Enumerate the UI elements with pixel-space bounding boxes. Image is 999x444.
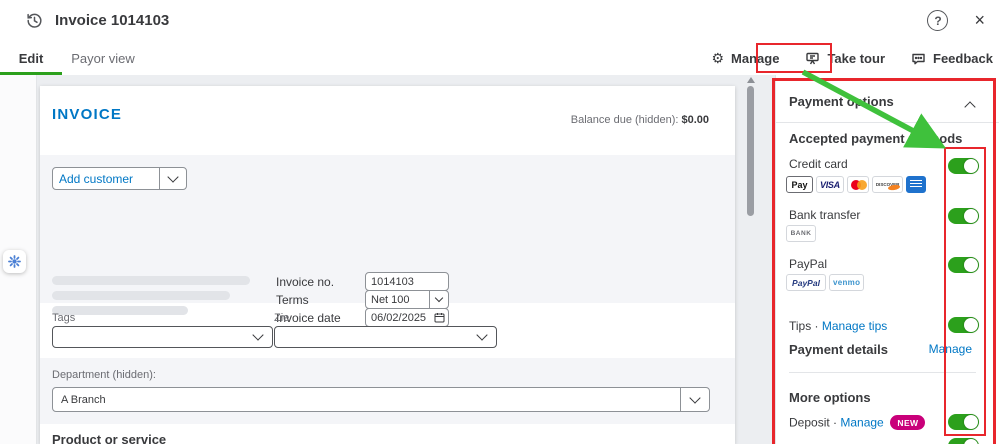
invoice-no-label: Invoice no. (276, 275, 335, 289)
applepay-badge: Pay (786, 176, 813, 193)
bank-badges: BANK (786, 225, 816, 242)
chevron-up-icon[interactable] (964, 101, 976, 113)
discover-swoosh (888, 184, 901, 191)
tour-icon (806, 52, 820, 64)
take-tour-button[interactable]: Take tour (805, 51, 885, 66)
divider (776, 122, 999, 123)
discover-badge: DISCOVER (871, 176, 904, 193)
feedback-icon (912, 53, 925, 64)
paypal-toggle[interactable] (948, 257, 979, 273)
terms-value: Net 100 (371, 293, 410, 306)
chevron-down-icon (476, 329, 488, 341)
invoice-no-input[interactable] (365, 272, 449, 291)
chevron-down-icon (252, 329, 264, 341)
terms-label: Terms (276, 293, 309, 307)
tags-dropdown[interactable] (52, 326, 273, 348)
applepay-label: Pay (791, 179, 808, 190)
page-title: Invoice 1014103 (55, 12, 170, 29)
card-badges: Pay VISA DISCOVER (786, 176, 927, 193)
amex-pattern (910, 180, 923, 189)
department-dropdown[interactable]: A Branch (52, 387, 710, 412)
partial-bottom-toggle[interactable] (948, 438, 979, 444)
invoice-date-value: 06/02/2025 (371, 311, 427, 324)
skeleton-line (52, 291, 230, 300)
credit-card-label: Credit card (789, 157, 848, 171)
settings-widget-icon (8, 255, 21, 268)
tab-bar: Edit Payor view ⚙ Manage Take tour Feedb… (0, 41, 999, 76)
tab-payor-view-label: Payor view (71, 50, 135, 66)
department-label: Department (hidden): (52, 369, 156, 381)
gear-icon: ⚙ (711, 49, 725, 66)
zie-dropdown[interactable] (274, 326, 497, 348)
toolbar-actions: ⚙ Manage Take tour Feedback (711, 41, 993, 75)
visa-badge: VISA (816, 176, 844, 193)
help-icon[interactable]: ? (927, 10, 949, 31)
bank-badge: BANK (786, 225, 816, 242)
payment-options-title: Payment options (789, 94, 894, 109)
invoice-form: INVOICE Balance due (hidden): $0.00 Add … (40, 86, 735, 444)
divider (789, 372, 976, 373)
deposit-label: Deposit · (789, 415, 841, 430)
payment-details-manage-link[interactable]: Manage (929, 342, 972, 356)
take-tour-label: Take tour (827, 50, 886, 66)
bank-transfer-toggle[interactable] (948, 208, 979, 224)
manage-button[interactable]: ⚙ Manage (711, 50, 779, 67)
balance-due-label: Balance due (hidden): (570, 114, 682, 126)
product-service-heading: Product or service (52, 432, 167, 444)
close-icon[interactable]: × (974, 10, 985, 31)
scrollbar[interactable] (747, 86, 754, 216)
accessibility-widget-button[interactable] (3, 250, 26, 273)
deposit-toggle[interactable] (948, 414, 979, 430)
history-icon[interactable] (26, 12, 43, 29)
feedback-button[interactable]: Feedback (911, 51, 993, 66)
bank-transfer-label: Bank transfer (789, 208, 861, 222)
payment-options-panel: Payment options Accepted payment methods… (775, 75, 999, 444)
balance-due: Balance due (hidden): $0.00 (571, 114, 709, 126)
invoice-no-value[interactable] (366, 275, 448, 288)
new-badge: NEW (890, 415, 926, 430)
tab-edit-label: Edit (18, 50, 44, 66)
paypal-label: PayPal (789, 257, 828, 271)
calendar-icon[interactable] (434, 312, 445, 323)
department-section: Department (hidden): A Branch (40, 358, 735, 424)
payment-details-heading: Payment details (789, 342, 888, 357)
invoice-editor-window: Invoice 1014103 ? × Edit Payor view ⚙ Ma… (0, 0, 999, 444)
manage-label: Manage (731, 50, 780, 66)
department-value: A Branch (61, 393, 106, 406)
scrollbar-up-arrow[interactable] (747, 77, 755, 83)
chevron-down-icon (160, 170, 186, 183)
mastercard-badge (846, 176, 869, 193)
chevron-down-icon (681, 391, 709, 404)
tips-label: Tips · (789, 319, 822, 333)
more-options-heading: More options (789, 390, 871, 405)
invoice-date-input[interactable]: 06/02/2025 (365, 308, 449, 327)
credit-card-toggle[interactable] (948, 158, 979, 174)
add-customer-dropdown[interactable]: Add customer (52, 167, 187, 190)
paypal-badge: PayPal (786, 274, 826, 291)
window-header: Invoice 1014103 ? × (0, 0, 999, 42)
chevron-down-icon (430, 293, 448, 302)
add-customer-label: Add customer (59, 171, 134, 186)
amex-badge (906, 176, 927, 193)
tab-edit[interactable]: Edit (0, 41, 62, 75)
skeleton-line (52, 276, 250, 285)
tips-row: Tips · Manage tips (789, 319, 887, 333)
tab-payor-view[interactable]: Payor view (70, 41, 136, 75)
deposit-row: Deposit · Manage NEW (789, 415, 926, 430)
balance-due-value: $0.00 (681, 114, 709, 126)
customer-section: Add customer Invoice no. Terms Net 100 I… (40, 155, 735, 345)
manage-tips-link[interactable]: Manage tips (822, 319, 887, 333)
mastercard-orange-circle (856, 180, 867, 190)
deposit-manage-link[interactable]: Manage (840, 416, 883, 430)
invoice-heading: INVOICE (52, 106, 123, 123)
tips-toggle[interactable] (948, 317, 979, 333)
terms-select[interactable]: Net 100 (365, 290, 449, 309)
feedback-label: Feedback (933, 50, 993, 66)
tags-label: Tags (52, 312, 76, 324)
accepted-methods-heading: Accepted payment methods (789, 131, 963, 146)
venmo-badge: venmo (829, 274, 865, 291)
paypal-badges: PayPal venmo (786, 274, 865, 291)
zie-label: Zie (274, 312, 290, 324)
